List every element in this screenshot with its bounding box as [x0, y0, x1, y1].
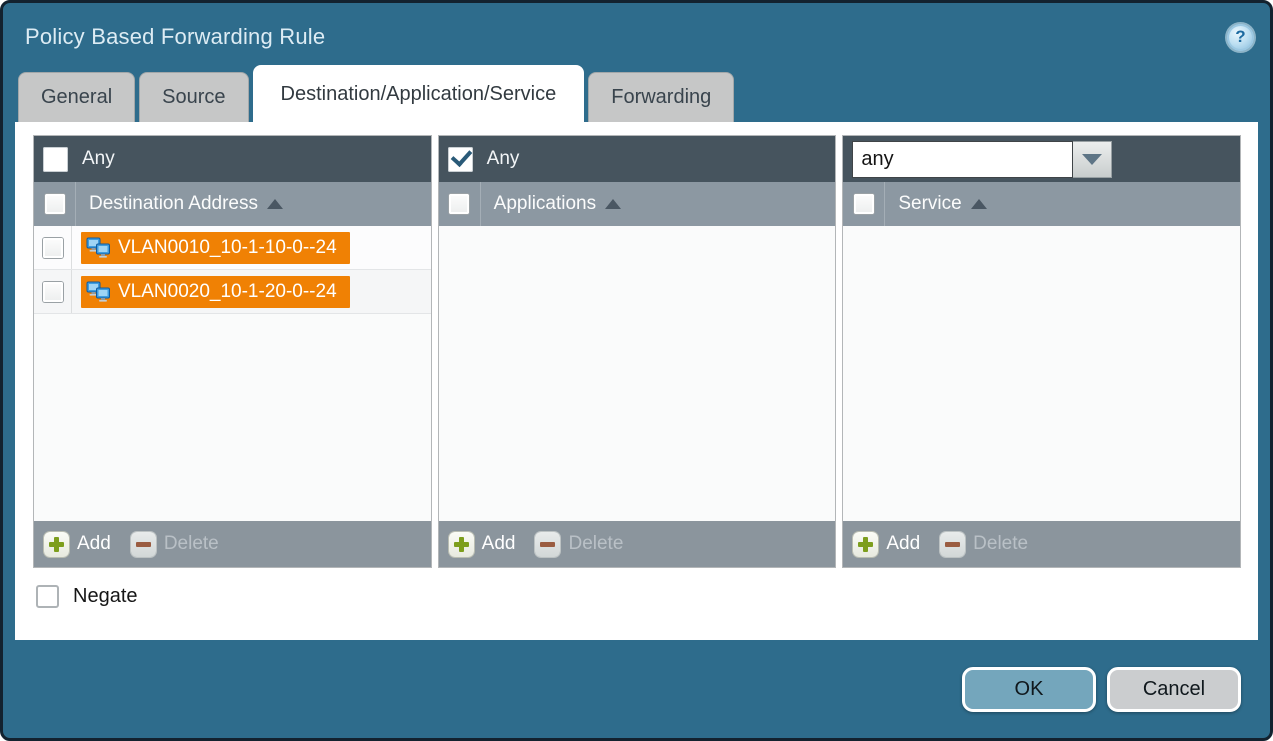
- applications-header-row: Applications: [439, 182, 836, 226]
- service-dropdown-value[interactable]: any: [852, 141, 1073, 178]
- destination-any-label: Any: [82, 148, 115, 170]
- applications-list: [439, 226, 836, 521]
- ok-button[interactable]: OK: [962, 667, 1096, 712]
- applications-toolbar: Add Delete: [439, 521, 836, 567]
- service-delete-label: Delete: [973, 533, 1028, 555]
- delete-minus-icon: [940, 532, 965, 557]
- service-toolbar: Add Delete: [843, 521, 1240, 567]
- destination-header-row: Destination Address: [34, 182, 431, 226]
- applications-column: Any Applications Add: [438, 135, 837, 568]
- service-add-label: Add: [886, 533, 920, 555]
- sort-ascending-icon: [971, 199, 987, 209]
- applications-delete-button[interactable]: Delete: [535, 532, 623, 557]
- service-list: [843, 226, 1240, 521]
- negate-label: Negate: [73, 585, 138, 608]
- destination-address-1-label: VLAN0010_10-1-10-0--24: [118, 237, 337, 259]
- service-any-bar: any: [843, 136, 1240, 182]
- service-select-all-checkbox[interactable]: [854, 194, 874, 214]
- tab-source[interactable]: Source: [139, 72, 248, 122]
- chevron-down-icon: [1082, 154, 1102, 165]
- destination-toolbar: Add Delete: [34, 521, 431, 567]
- service-delete-button[interactable]: Delete: [940, 532, 1028, 557]
- tab-general-label: General: [41, 86, 112, 109]
- sort-ascending-icon: [605, 199, 621, 209]
- tab-destination-application-service-label: Destination/Application/Service: [281, 83, 557, 106]
- destination-delete-button[interactable]: Delete: [131, 532, 219, 557]
- applications-column-header-label: Applications: [494, 193, 596, 215]
- destination-add-label: Add: [77, 533, 111, 555]
- destination-select-all-cell: [34, 182, 76, 226]
- tab-destination-application-service[interactable]: Destination/Application/Service: [253, 65, 585, 122]
- destination-row-2[interactable]: VLAN0020_10-1-20-0--24: [34, 270, 431, 314]
- service-column-header[interactable]: Service: [885, 193, 986, 215]
- destination-address-list: VLAN0010_10-1-10-0--24: [34, 226, 431, 521]
- destination-row-1-checkbox-cell: [34, 226, 72, 269]
- destination-address-2-label: VLAN0020_10-1-20-0--24: [118, 281, 337, 303]
- tab-strip: General Source Destination/Application/S…: [3, 65, 1270, 122]
- columns-container: Any Destination Address: [33, 135, 1241, 568]
- tab-content-panel: Any Destination Address: [15, 122, 1258, 640]
- tab-source-label: Source: [162, 86, 225, 109]
- policy-based-forwarding-dialog: Policy Based Forwarding Rule ? General S…: [0, 0, 1273, 741]
- applications-add-label: Add: [482, 533, 516, 555]
- help-icon[interactable]: ?: [1227, 24, 1254, 51]
- destination-row-2-checkbox[interactable]: [43, 282, 63, 302]
- cancel-button[interactable]: Cancel: [1107, 667, 1241, 712]
- add-plus-icon: [449, 532, 474, 557]
- applications-select-all-cell: [439, 182, 481, 226]
- dialog-action-bar: OK Cancel: [3, 640, 1270, 712]
- tab-general[interactable]: General: [18, 72, 135, 122]
- add-plus-icon: [44, 532, 69, 557]
- negate-checkbox[interactable]: [36, 585, 59, 608]
- service-select-all-cell: [843, 182, 885, 226]
- delete-minus-icon: [535, 532, 560, 557]
- applications-column-header[interactable]: Applications: [481, 193, 621, 215]
- applications-add-button[interactable]: Add: [449, 532, 516, 557]
- destination-row-2-checkbox-cell: [34, 270, 72, 313]
- destination-any-checkbox[interactable]: [43, 147, 68, 172]
- sort-ascending-icon: [267, 199, 283, 209]
- delete-minus-icon: [131, 532, 156, 557]
- tab-forwarding-label: Forwarding: [611, 86, 711, 109]
- dialog-title: Policy Based Forwarding Rule: [25, 24, 325, 50]
- service-column: any Service: [842, 135, 1241, 568]
- tab-forwarding[interactable]: Forwarding: [588, 72, 734, 122]
- destination-row-1[interactable]: VLAN0010_10-1-10-0--24: [34, 226, 431, 270]
- service-header-row: Service: [843, 182, 1240, 226]
- title-bar: Policy Based Forwarding Rule ?: [3, 3, 1270, 65]
- destination-add-button[interactable]: Add: [44, 532, 111, 557]
- network-address-icon: [86, 281, 111, 303]
- applications-any-label: Any: [487, 148, 520, 170]
- destination-delete-label: Delete: [164, 533, 219, 555]
- destination-address-column: Any Destination Address: [33, 135, 432, 568]
- destination-select-all-checkbox[interactable]: [45, 194, 65, 214]
- negate-row: Negate: [33, 585, 1241, 608]
- destination-any-bar: Any: [34, 136, 431, 182]
- destination-address-chip[interactable]: VLAN0020_10-1-20-0--24: [81, 276, 350, 308]
- service-column-header-label: Service: [898, 193, 961, 215]
- destination-column-header[interactable]: Destination Address: [76, 193, 283, 215]
- destination-column-header-label: Destination Address: [89, 193, 258, 215]
- applications-delete-label: Delete: [568, 533, 623, 555]
- applications-select-all-checkbox[interactable]: [449, 194, 469, 214]
- service-dropdown-button[interactable]: [1073, 141, 1112, 178]
- service-mode-dropdown[interactable]: any: [852, 141, 1112, 178]
- applications-any-bar: Any: [439, 136, 836, 182]
- destination-address-chip[interactable]: VLAN0010_10-1-10-0--24: [81, 232, 350, 264]
- add-plus-icon: [853, 532, 878, 557]
- network-address-icon: [86, 237, 111, 259]
- destination-row-1-checkbox[interactable]: [43, 238, 63, 258]
- service-add-button[interactable]: Add: [853, 532, 920, 557]
- applications-any-checkbox[interactable]: [448, 147, 473, 172]
